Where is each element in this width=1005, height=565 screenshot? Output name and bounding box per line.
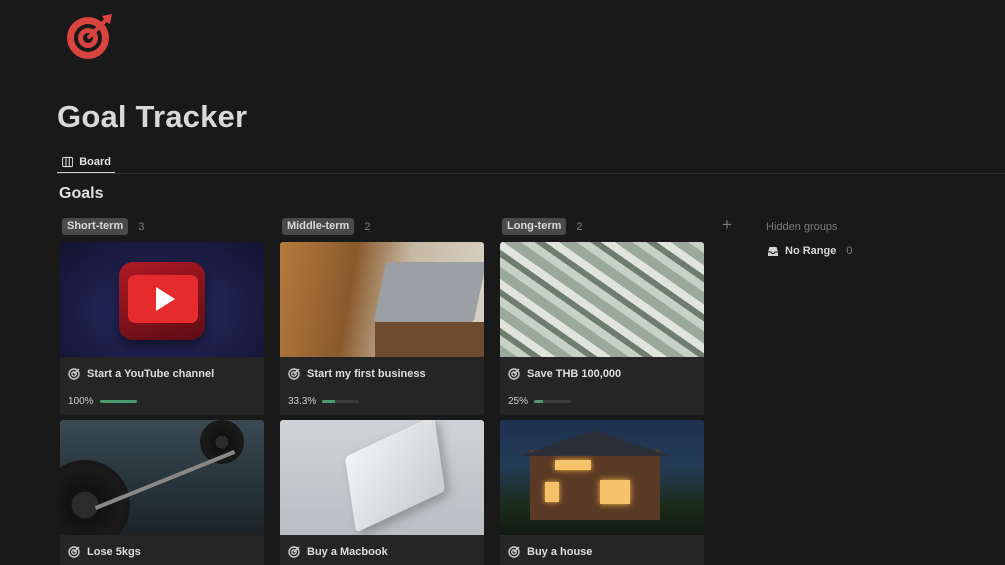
column-count: 3 <box>138 220 145 233</box>
card-title: Buy a Macbook <box>307 546 388 558</box>
card-cover-image <box>280 420 484 535</box>
target-icon <box>508 546 520 558</box>
progress-text: 25% <box>508 396 529 407</box>
tabs-divider <box>57 173 1005 174</box>
column-label: Middle-term <box>282 218 355 235</box>
column-header-long-term[interactable]: Long-term 2 <box>502 218 583 235</box>
card-buy-macbook[interactable]: Buy a Macbook <box>280 420 484 565</box>
progress-bar <box>322 400 360 403</box>
target-icon <box>288 546 300 558</box>
target-icon <box>68 368 80 380</box>
progress: 25% <box>508 396 572 407</box>
card-start-youtube-channel[interactable]: Start a YouTube channel 100% <box>60 242 264 415</box>
column-count: 2 <box>364 220 371 233</box>
progress: 33.3% <box>288 396 360 407</box>
card-title: Start my first business <box>307 368 426 380</box>
board-icon <box>62 156 74 168</box>
hidden-group-count: 0 <box>846 245 853 257</box>
add-group-button[interactable]: + <box>722 216 732 233</box>
card-cover-image <box>280 242 484 357</box>
card-title: Start a YouTube channel <box>87 368 215 380</box>
card-cover-image <box>500 420 704 535</box>
tab-board[interactable]: Board <box>57 148 115 174</box>
progress-bar <box>534 400 572 403</box>
hidden-group-label: No Range <box>785 245 837 257</box>
progress-fill <box>99 400 137 403</box>
hidden-group-no-range[interactable]: No Range 0 <box>767 245 852 257</box>
hidden-groups-label: Hidden groups <box>766 221 838 233</box>
column-count: 2 <box>576 220 583 233</box>
view-tabs: Board <box>57 148 115 174</box>
target-icon[interactable] <box>64 11 116 61</box>
card-buy-house[interactable]: Buy a house <box>500 420 704 565</box>
progress: 100% <box>68 396 137 407</box>
card-cover-image <box>60 420 264 535</box>
plus-icon: + <box>722 215 732 234</box>
progress-fill <box>322 400 335 403</box>
target-icon <box>508 368 520 380</box>
card-cover-image <box>60 242 264 357</box>
card-save-thb[interactable]: Save THB 100,000 25% <box>500 242 704 415</box>
column-label: Long-term <box>502 218 567 235</box>
card-start-first-business[interactable]: Start my first business 33.3% <box>280 242 484 415</box>
card-title: Save THB 100,000 <box>527 368 622 380</box>
page-title: Goal Tracker <box>57 99 248 134</box>
target-icon <box>288 368 300 380</box>
column-header-short-term[interactable]: Short-term 3 <box>62 218 144 235</box>
section-title: Goals <box>59 185 104 202</box>
card-lose-5kgs[interactable]: Lose 5kgs <box>60 420 264 565</box>
card-cover-image <box>500 242 704 357</box>
progress-text: 100% <box>68 396 94 407</box>
target-icon <box>68 546 80 558</box>
progress-text: 33.3% <box>288 396 317 407</box>
card-title: Buy a house <box>527 546 593 558</box>
progress-fill <box>534 400 544 403</box>
column-header-middle-term[interactable]: Middle-term 2 <box>282 218 370 235</box>
column-label: Short-term <box>62 218 129 235</box>
card-title: Lose 5kgs <box>87 546 141 558</box>
inbox-icon <box>768 246 778 256</box>
tab-label: Board <box>79 156 111 168</box>
progress-bar <box>99 400 137 403</box>
